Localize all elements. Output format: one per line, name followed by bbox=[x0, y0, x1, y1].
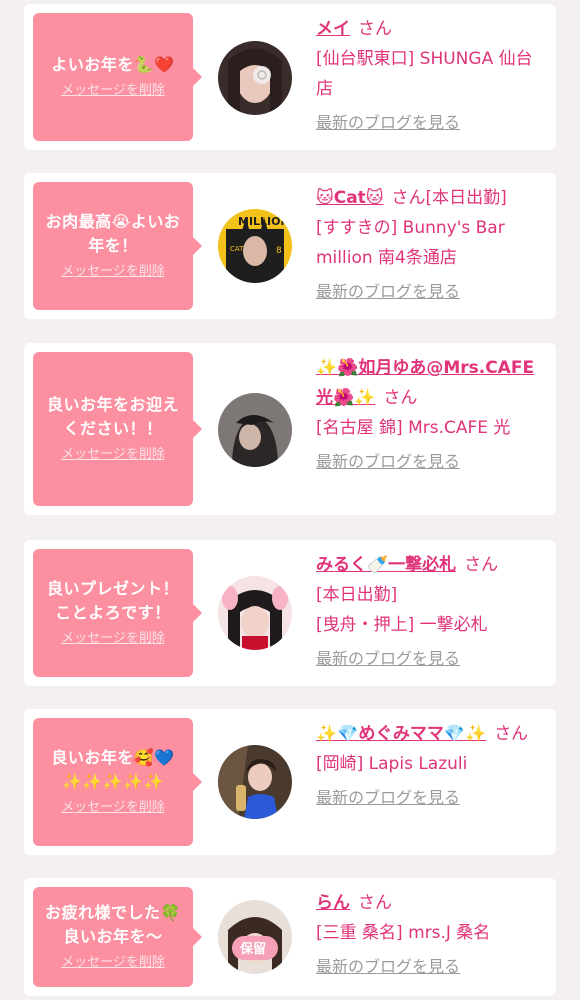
message-bubble: よいお年を🐍❤️ メッセージを削除 bbox=[33, 13, 202, 141]
cast-name-link[interactable]: みるく🍼一撃必札 bbox=[316, 555, 456, 575]
cast-info: みるく🍼一撃必札 さん [本日出勤] [曳舟・押上] 一撃必札 最新のブログを見る bbox=[316, 550, 548, 670]
honorific: さん bbox=[358, 893, 392, 913]
name-line: メイ さん bbox=[316, 14, 548, 44]
list-item: よいお年を🐍❤️ メッセージを削除 メイ さん [仙台駅東口] SHUNGA 仙台… bbox=[24, 4, 556, 150]
message-text: 良いプレゼント！ことよろです！ bbox=[46, 579, 179, 622]
cast-name-link[interactable]: ✨🌺如月ゆあ@Mrs.CAFE光🌺✨ bbox=[316, 358, 534, 408]
latest-blog-link[interactable]: 最新のブログを見る bbox=[316, 451, 548, 473]
delete-message-link[interactable]: メッセージを削除 bbox=[61, 629, 165, 649]
profile-photo-icon bbox=[218, 393, 292, 467]
cast-info: らん さん [三重 桑名] mrs.J 桑名 最新のブログを見る bbox=[316, 888, 548, 978]
delete-message-link[interactable]: メッセージを削除 bbox=[61, 445, 165, 465]
honorific: さん bbox=[494, 724, 529, 744]
cast-name-link[interactable]: 🐱Cat🐱 bbox=[316, 188, 384, 208]
delete-message-link[interactable]: メッセージを削除 bbox=[61, 953, 165, 973]
attendance-status: [本日出勤] bbox=[425, 188, 507, 208]
cast-info: ✨💎めぐみママ💎✨ さん [岡崎] Lapis Lazuli 最新のブログを見る bbox=[316, 719, 548, 809]
message-text: お疲れ様でした🍀良いお年を〜 bbox=[45, 903, 181, 946]
list-item: お疲れ様でした🍀良いお年を〜 メッセージを削除 保留 らん さん [三重 桑名] … bbox=[24, 878, 556, 996]
avatar[interactable] bbox=[218, 745, 292, 819]
honorific: さん bbox=[383, 388, 418, 408]
cast-name-link[interactable]: らん bbox=[316, 893, 350, 913]
message-bubble: 良いプレゼント！ことよろです！ メッセージを削除 bbox=[33, 549, 202, 677]
cast-info: メイ さん [仙台駅東口] SHUNGA 仙台店 最新のブログを見る bbox=[316, 14, 548, 134]
name-line: みるく🍼一撃必札 さん bbox=[316, 550, 548, 580]
cast-name-link[interactable]: メイ bbox=[316, 19, 350, 39]
avatar[interactable] bbox=[218, 41, 292, 115]
shop-name: [名古屋 錦] Mrs.CAFE 光 bbox=[316, 418, 511, 438]
message-bubble: お肉最高😭よいお年を！ メッセージを削除 bbox=[33, 182, 202, 310]
name-line: ✨🌺如月ゆあ@Mrs.CAFE光🌺✨ さん bbox=[316, 353, 548, 413]
message-text: お肉最高😭よいお年を！ bbox=[45, 212, 181, 255]
attendance-status: [本日出勤] bbox=[316, 585, 398, 605]
profile-photo-icon: 保留 bbox=[218, 900, 292, 974]
delete-message-link[interactable]: メッセージを削除 bbox=[61, 798, 165, 818]
message-bubble: 良いお年をお迎えください！！ メッセージを削除 bbox=[33, 352, 202, 506]
honorific: さん bbox=[358, 19, 392, 39]
delete-message-link[interactable]: メッセージを削除 bbox=[61, 81, 165, 101]
svg-text:保留: 保留 bbox=[239, 941, 266, 957]
profile-photo-icon bbox=[218, 576, 292, 650]
svg-text:8: 8 bbox=[276, 246, 282, 256]
avatar[interactable]: MILLION CAT 8 bbox=[218, 209, 292, 283]
profile-photo-icon: MILLION CAT 8 bbox=[218, 209, 292, 283]
svg-text:CAT: CAT bbox=[230, 245, 244, 253]
list-item: お肉最高😭よいお年を！ メッセージを削除 MILLION CAT 8 🐱Cat🐱… bbox=[24, 173, 556, 319]
latest-blog-link[interactable]: 最新のブログを見る bbox=[316, 956, 548, 978]
latest-blog-link[interactable]: 最新のブログを見る bbox=[316, 112, 548, 134]
honorific: さん bbox=[464, 555, 499, 575]
message-list: よいお年を🐍❤️ メッセージを削除 メイ さん [仙台駅東口] SHUNGA 仙台… bbox=[0, 0, 580, 1000]
shop-name: [曳舟・押上] 一撃必札 bbox=[316, 615, 488, 635]
shop-name: [仙台駅東口] SHUNGA 仙台店 bbox=[316, 49, 533, 99]
shop-name: [岡崎] Lapis Lazuli bbox=[316, 754, 468, 774]
latest-blog-link[interactable]: 最新のブログを見る bbox=[316, 281, 548, 303]
cast-info: ✨🌺如月ゆあ@Mrs.CAFE光🌺✨ さん [名古屋 錦] Mrs.CAFE 光 … bbox=[316, 353, 548, 473]
message-bubble: 良いお年を🥰💙✨✨✨✨✨ メッセージを削除 bbox=[33, 718, 202, 846]
avatar[interactable] bbox=[218, 393, 292, 467]
name-line: らん さん bbox=[316, 888, 548, 918]
avatar[interactable]: 保留 bbox=[218, 900, 292, 974]
cast-name-link[interactable]: ✨💎めぐみママ💎✨ bbox=[316, 724, 486, 744]
delete-message-link[interactable]: メッセージを削除 bbox=[61, 262, 165, 282]
message-text: よいお年を🐍❤️ bbox=[51, 55, 175, 74]
list-item: 良いプレゼント！ことよろです！ メッセージを削除 みるく🍼一撃必札 さん [本日出… bbox=[24, 540, 556, 686]
cast-info: 🐱Cat🐱 さん[本日出勤] [すすきの] Bunny's Bar million… bbox=[316, 183, 548, 303]
honorific: さん bbox=[391, 188, 426, 208]
latest-blog-link[interactable]: 最新のブログを見る bbox=[316, 648, 548, 670]
name-line: ✨💎めぐみママ💎✨ さん bbox=[316, 719, 548, 749]
list-item: 良いお年を🥰💙✨✨✨✨✨ メッセージを削除 ✨💎めぐみママ💎✨ さん [岡崎] L… bbox=[24, 709, 556, 855]
message-bubble: お疲れ様でした🍀良いお年を〜 メッセージを削除 bbox=[33, 887, 202, 987]
profile-photo-icon bbox=[218, 41, 292, 115]
message-text: 良いお年をお迎えください！！ bbox=[46, 395, 179, 438]
message-text: 良いお年を🥰💙✨✨✨✨✨ bbox=[51, 748, 175, 791]
list-item: 良いお年をお迎えください！！ メッセージを削除 ✨🌺如月ゆあ@Mrs.CAFE光… bbox=[24, 343, 556, 515]
avatar[interactable] bbox=[218, 576, 292, 650]
latest-blog-link[interactable]: 最新のブログを見る bbox=[316, 787, 548, 809]
profile-photo-icon bbox=[218, 745, 292, 819]
name-line: 🐱Cat🐱 さん[本日出勤] bbox=[316, 183, 548, 213]
shop-name: [三重 桑名] mrs.J 桑名 bbox=[316, 923, 491, 943]
shop-name: [すすきの] Bunny's Bar million 南4条通店 bbox=[316, 218, 505, 268]
